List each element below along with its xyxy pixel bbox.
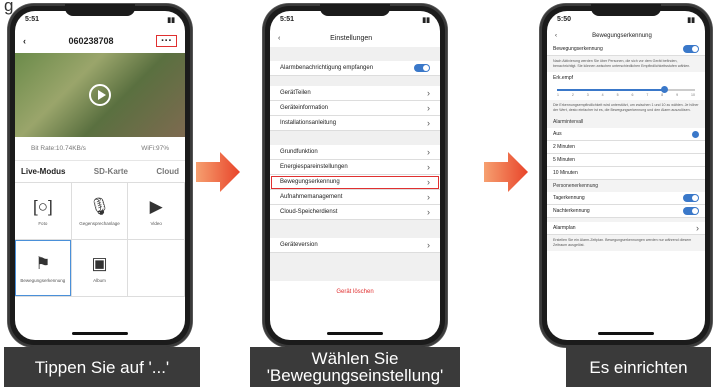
settings-item-motion[interactable]: Bewegungserkennung › — [270, 175, 440, 190]
settings-item[interactable]: Cloud-Speicherdienst › — [270, 205, 440, 220]
motion-toggle-row: Bewegungserkennung — [547, 43, 705, 56]
interval-title: Alarmintervall — [547, 116, 705, 128]
status-time: 5:50 — [557, 16, 572, 23]
settings-title: Einstellungen — [330, 34, 373, 42]
function-grid: [○] Foto 🎙 Gegensprechanlage ▶ Video ⚑ Beweg… — [15, 182, 185, 297]
chevron-right-icon: › — [427, 192, 430, 202]
night-toggle[interactable] — [683, 207, 699, 215]
settings-item[interactable]: Installationsanleitung › — [270, 116, 440, 131]
phone-notch — [65, 4, 135, 16]
slider-knob[interactable] — [661, 86, 669, 93]
live-video[interactable] — [15, 53, 185, 137]
settings-item[interactable]: Geräteinformation › — [270, 101, 440, 116]
intercom-button[interactable]: 🎙 Gegensprechanlage — [71, 183, 129, 240]
motion-icon: ⚑ — [35, 253, 51, 273]
battery-icon: ▮▮ — [167, 17, 175, 24]
settings-item[interactable]: GerätTeilen › — [270, 86, 440, 101]
night-detection-row: Nachterkennung — [547, 205, 705, 218]
alarm-plan-row[interactable]: Alarmplan › — [547, 222, 705, 235]
caption-step-3: Es einrichten — [566, 347, 711, 387]
battery-icon: ▮▮ — [687, 17, 695, 24]
interval-option[interactable]: 5 Minuten — [547, 154, 705, 167]
device-title: 060238708 — [68, 36, 114, 46]
play-icon[interactable] — [89, 84, 111, 106]
chevron-right-icon: › — [427, 207, 430, 217]
alarm-notify-row: Alarmbenachrichtigung empfangen — [270, 61, 440, 76]
sensitivity-label-row: Erk.empf — [547, 72, 705, 84]
sensitivity-description: Die Erkennungsempfindlichkeit wird unter… — [547, 100, 705, 116]
stream-stats: Bit Rate:10.74KB/s WiFi:97% — [15, 137, 185, 160]
motion-button[interactable]: ⚑ Bewegungserkennung — [15, 240, 72, 297]
caption-step-2: Wählen Sie 'Bewegungseinstellung' — [250, 347, 460, 387]
bitrate-text: Bit Rate:10.74KB/s — [31, 145, 86, 152]
microphone-icon: 🎙 — [88, 196, 111, 216]
phone-mockup-1: 5:51 ▮▮ ‹ 060238708 ··· Bit Rate:10.74KB… — [8, 4, 192, 347]
chevron-right-icon: › — [427, 240, 430, 250]
chevron-right-icon: › — [427, 103, 430, 113]
device-header: ‹ 060238708 ··· — [15, 29, 185, 53]
photo-button[interactable]: [○] Foto — [15, 183, 72, 240]
chevron-right-icon: › — [427, 162, 430, 172]
arrow-right-icon — [484, 152, 528, 192]
selected-check-icon — [692, 130, 699, 138]
tab-live[interactable]: Live-Modus — [21, 167, 65, 176]
status-time: 5:51 — [25, 16, 40, 23]
battery-icon: ▮▮ — [422, 17, 430, 24]
interval-option[interactable]: Aus — [547, 128, 705, 141]
day-detection-row: Tagerkennung — [547, 192, 705, 205]
plan-description: Erstellen Sie ein Alarm-Zeitplan. Bewegu… — [547, 235, 705, 251]
home-indicator — [598, 332, 654, 335]
delete-device-button[interactable]: Gerät löschen — [270, 281, 440, 295]
video-button[interactable]: ▶ Video — [128, 183, 185, 240]
back-icon[interactable]: ‹ — [23, 36, 26, 46]
settings-item[interactable]: Energiespareinstellungen › — [270, 160, 440, 175]
sensitivity-slider[interactable]: 1 2 3 4 5 6 7 8 9 10 — [557, 84, 695, 100]
chevron-right-icon: › — [427, 118, 430, 128]
arrow-right-icon — [196, 152, 240, 192]
motion-toggle[interactable] — [683, 45, 699, 53]
slider-ticks: 1 2 3 4 5 6 7 8 9 10 — [557, 93, 695, 97]
chevron-right-icon: › — [696, 223, 699, 233]
alarm-toggle[interactable] — [414, 64, 430, 72]
album-icon: ▣ — [91, 253, 108, 273]
interval-option[interactable]: 10 Minuten — [547, 167, 705, 180]
top-fragment-text: g — [4, 0, 14, 15]
phone-notch — [320, 4, 390, 16]
phone-mockup-2: 5:51 ▮▮ ‹ Einstellungen Alarmbenachricht… — [263, 4, 447, 347]
settings-header: ‹ Einstellungen — [270, 29, 440, 47]
motion-header: ‹ Bewegungserkennung — [547, 29, 705, 43]
tab-cloud[interactable]: Cloud — [156, 167, 179, 176]
status-time: 5:51 — [280, 16, 295, 23]
wifi-text: WiFi:97% — [141, 145, 169, 152]
settings-item[interactable]: Aufnahmemanagement › — [270, 190, 440, 205]
phone-notch — [591, 4, 661, 16]
more-button[interactable]: ··· — [156, 35, 177, 47]
settings-item-version[interactable]: Geräteversion › — [270, 238, 440, 253]
chevron-right-icon: › — [427, 177, 430, 187]
empty-cell — [128, 240, 185, 297]
settings-item[interactable]: Grundfunktion › — [270, 145, 440, 160]
camera-icon: [○] — [32, 196, 53, 216]
motion-title: Bewegungserkennung — [592, 33, 652, 39]
home-indicator — [327, 332, 383, 335]
motion-description: Nach Aktivierung werden Sie über Persone… — [547, 56, 705, 72]
chevron-right-icon: › — [427, 147, 430, 157]
chevron-right-icon: › — [427, 88, 430, 98]
phone-mockup-3: 5:50 ▮▮ ‹ Bewegungserkennung Bewegungser… — [540, 4, 712, 347]
person-title: Personenerkennung — [547, 180, 705, 192]
home-indicator — [72, 332, 128, 335]
interval-option[interactable]: 2 Minuten — [547, 141, 705, 154]
tab-sd[interactable]: SD-Karte — [94, 167, 128, 176]
mode-tabs: Live-Modus SD-Karte Cloud — [15, 160, 185, 182]
album-button[interactable]: ▣ Album — [71, 240, 129, 297]
video-icon: ▶ — [149, 196, 163, 216]
day-toggle[interactable] — [683, 194, 699, 202]
caption-step-1: Tippen Sie auf '...' — [4, 347, 200, 387]
